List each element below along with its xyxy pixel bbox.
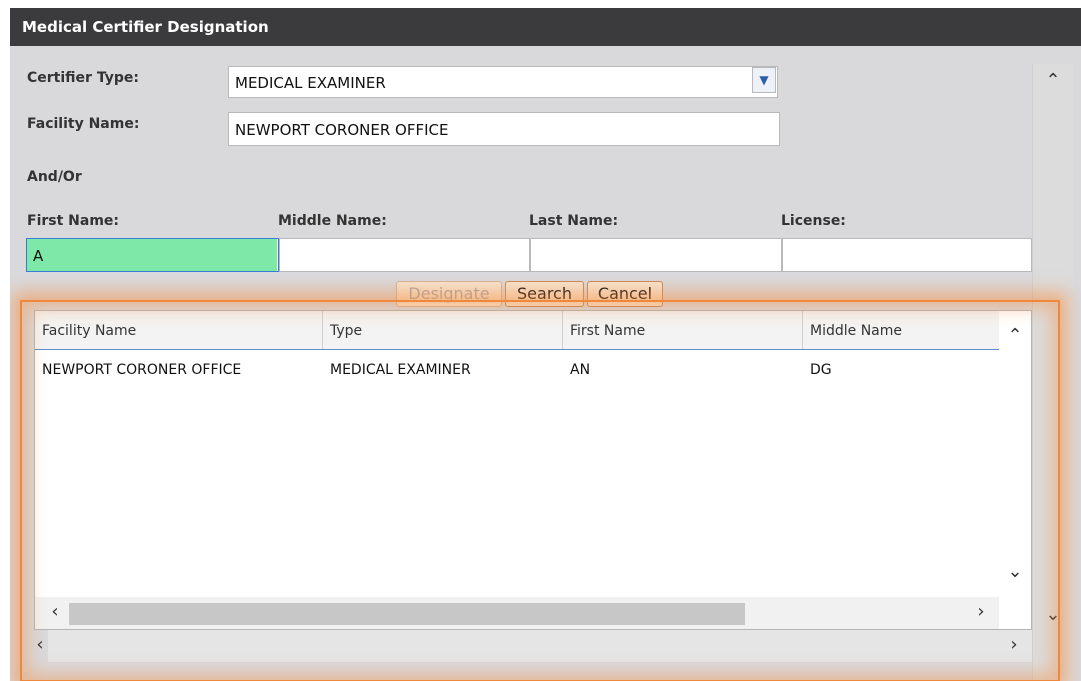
dialog-title: Medical Certifier Designation (10, 8, 1081, 46)
chevron-down-icon[interactable]: ⌄ (1041, 604, 1065, 625)
license-label: License: (781, 213, 846, 229)
facility-name-label: Facility Name: (27, 116, 140, 132)
facility-name-field[interactable]: NEWPORT CORONER OFFICE (228, 112, 780, 146)
cell-type: MEDICAL EXAMINER (330, 362, 471, 378)
cancel-button[interactable]: Cancel (587, 281, 663, 307)
last-name-label: Last Name: (529, 213, 619, 229)
results-grid: Facility Name Type First Name Middle Nam… (34, 310, 1032, 630)
column-header-type[interactable]: Type (323, 311, 563, 349)
chevron-down-icon[interactable]: ⌄ (1003, 561, 1027, 582)
certifier-type-select[interactable]: MEDICAL EXAMINER (228, 66, 778, 98)
certifier-type-value: MEDICAL EXAMINER (235, 74, 386, 92)
and-or-label: And/Or (27, 169, 82, 185)
certifier-type-label: Certifier Type: (27, 70, 139, 86)
grid-header: Facility Name Type First Name Middle Nam… (35, 311, 999, 350)
dialog-horizontal-scrollbar[interactable] (48, 630, 1032, 662)
last-name-field[interactable] (530, 238, 782, 272)
license-field[interactable] (782, 238, 1032, 272)
cell-facility-name: NEWPORT CORONER OFFICE (42, 362, 242, 378)
cell-first-name: AN (570, 362, 591, 378)
grid-vertical-scrollbar[interactable]: ⌃ ⌄ (999, 311, 1031, 629)
chevron-right-icon[interactable]: › (1004, 634, 1024, 655)
middle-name-field[interactable] (279, 238, 530, 272)
middle-name-label: Middle Name: (278, 213, 387, 229)
search-button[interactable]: Search (505, 281, 584, 307)
grid-horizontal-scroll-thumb[interactable] (69, 603, 745, 625)
chevron-down-icon[interactable]: ▼ (752, 67, 776, 93)
medical-certifier-dialog: Medical Certifier Designation Certifier … (10, 8, 1081, 681)
chevron-left-icon[interactable]: ‹ (30, 634, 50, 655)
column-header-first-name[interactable]: First Name (563, 311, 803, 349)
chevron-left-icon[interactable]: ‹ (45, 601, 65, 622)
dialog-vertical-scrollbar[interactable]: ⌃ ⌄ (1032, 64, 1073, 681)
cell-middle-name: DG (810, 362, 832, 378)
chevron-up-icon[interactable]: ⌃ (1041, 70, 1065, 91)
first-name-field[interactable]: A (26, 238, 279, 272)
column-header-facility-name[interactable]: Facility Name (35, 311, 323, 349)
chevron-up-icon[interactable]: ⌃ (1003, 325, 1027, 346)
chevron-right-icon[interactable]: › (971, 601, 991, 622)
first-name-label: First Name: (27, 213, 120, 229)
column-header-middle-name[interactable]: Middle Name (803, 311, 999, 349)
designate-button[interactable]: Designate (396, 281, 502, 307)
